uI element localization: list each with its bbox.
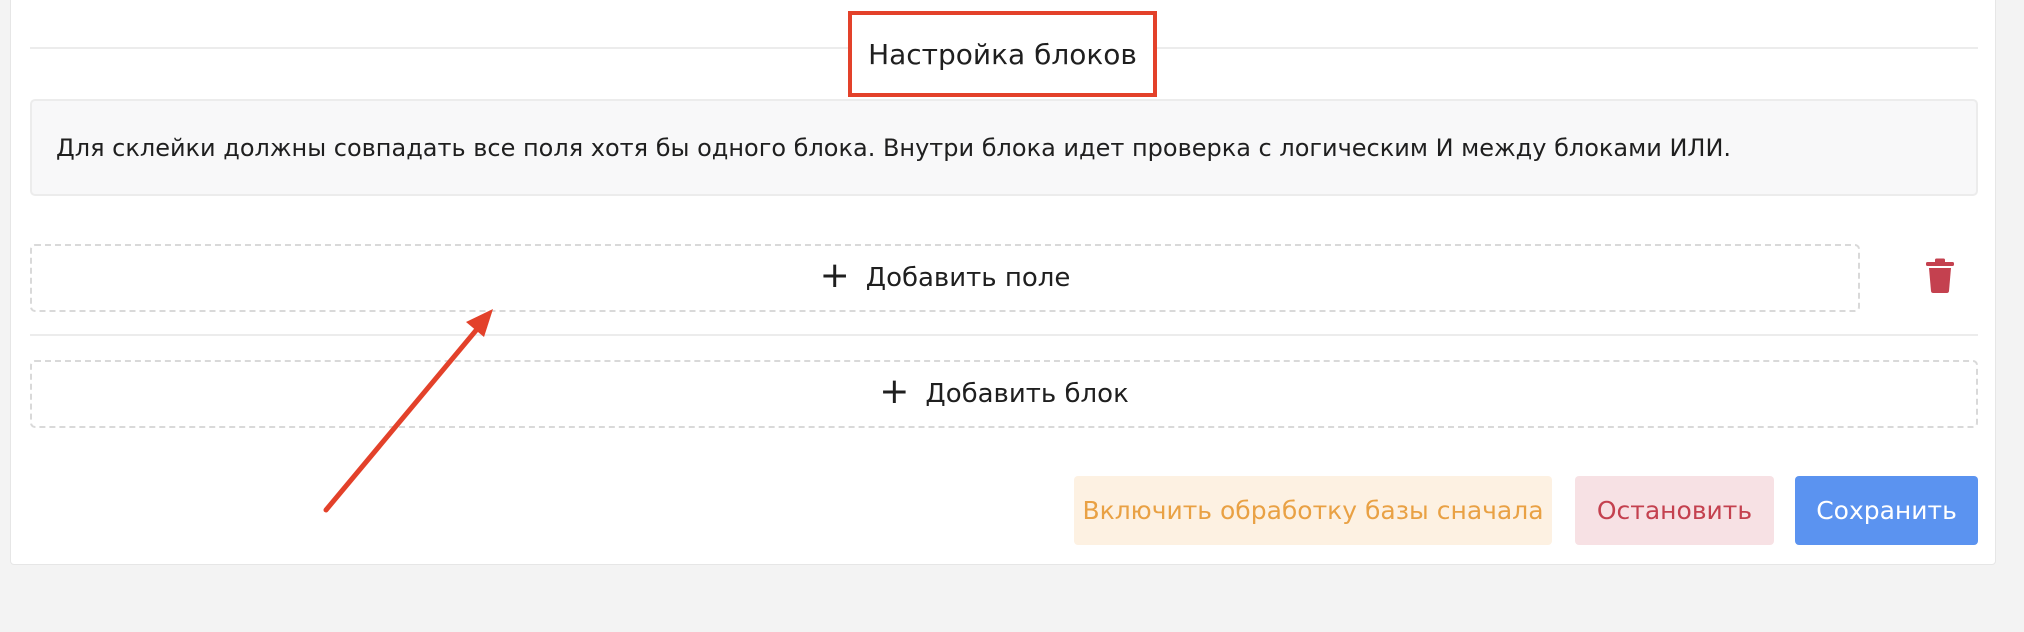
enable-processing-button[interactable]: Включить обработку базы сначала: [1074, 476, 1552, 545]
stop-button[interactable]: Остановить: [1575, 476, 1774, 545]
add-block-button[interactable]: + Добавить блок: [30, 360, 1978, 428]
plus-icon: +: [879, 371, 910, 412]
info-alert: Для склейки должны совпадать все поля хо…: [30, 99, 1978, 196]
add-field-label: Добавить поле: [865, 263, 1071, 293]
save-button[interactable]: Сохранить: [1795, 476, 1978, 545]
plus-icon: +: [819, 255, 850, 296]
trash-icon[interactable]: [1925, 258, 1955, 294]
section-title-highlight: Настройка блоков: [848, 11, 1157, 97]
block-divider: [30, 334, 1978, 336]
info-alert-text: Для склейки должны совпадать все поля хо…: [56, 133, 1732, 162]
add-field-button[interactable]: + Добавить поле: [30, 244, 1860, 312]
add-block-label: Добавить блок: [925, 379, 1129, 409]
section-title: Настройка блоков: [868, 37, 1137, 71]
